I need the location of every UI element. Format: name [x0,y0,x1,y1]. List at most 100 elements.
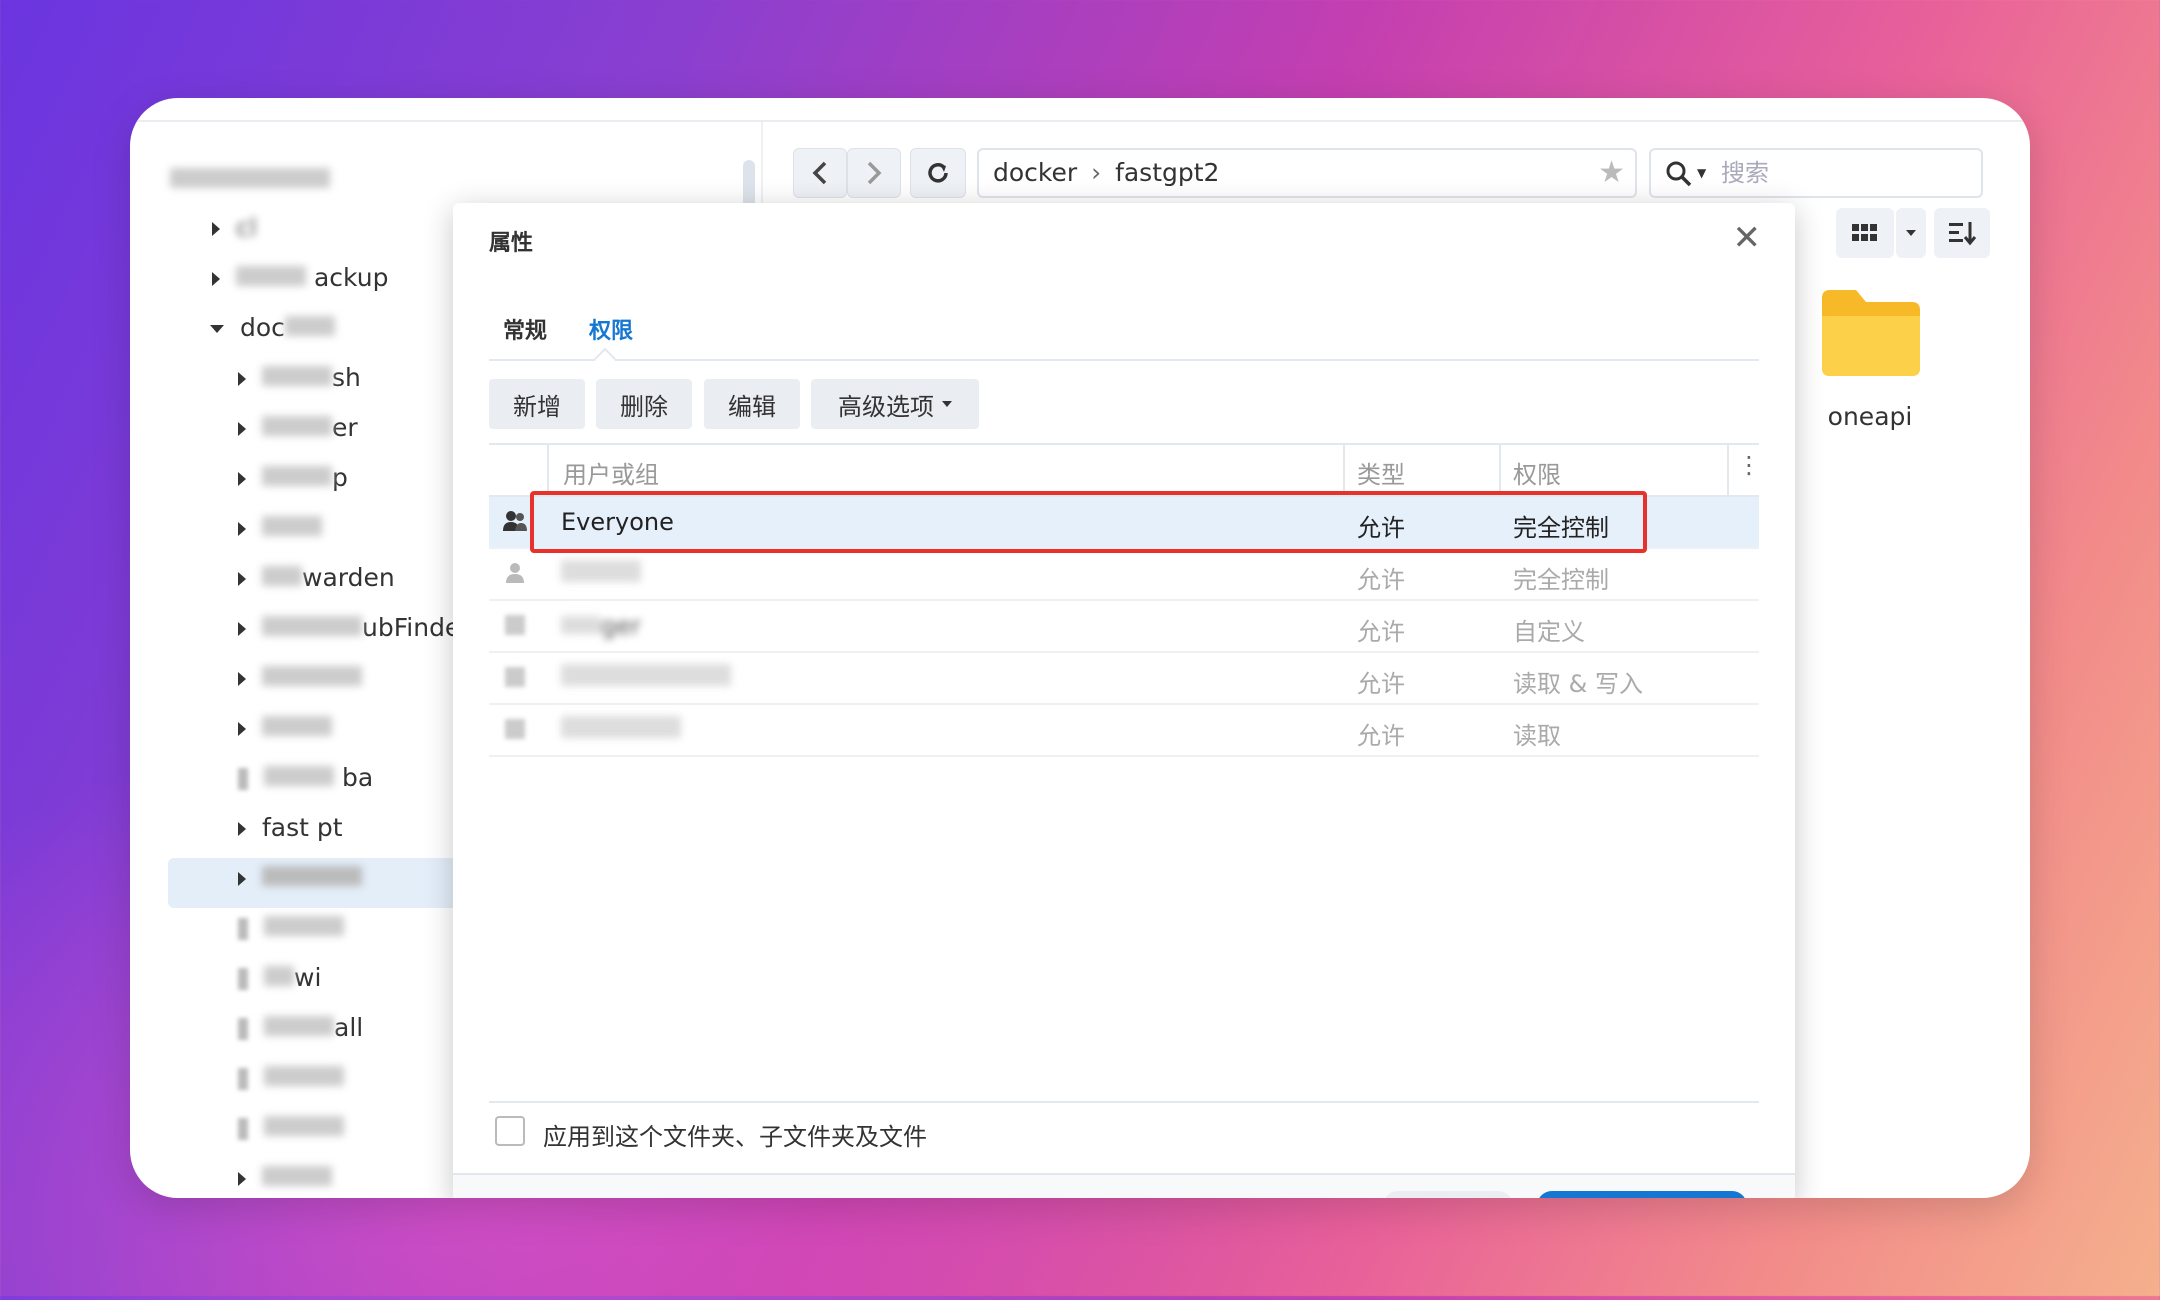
user-icon [506,563,524,583]
apply-recursive-label[interactable]: 应用到这个文件夹、子文件夹及文件 [543,1117,927,1152]
table-row[interactable]: 允许 读取 & 写入 [489,653,1759,705]
group-icon [505,719,525,739]
expand-arrow-icon[interactable] [238,672,246,686]
close-icon[interactable]: ✕ [1733,221,1762,255]
forward-button[interactable] [847,148,901,198]
tree-item[interactable] [238,508,322,548]
more-options-icon[interactable]: ⋮ [1737,451,1761,479]
row-type: 允许 [1357,566,1405,594]
advanced-options-label: 高级选项 [838,392,934,421]
search-placeholder: 搜索 [1721,159,1769,187]
view-mode-dropdown[interactable] [1896,208,1926,258]
search-dropdown-icon[interactable]: ▼ [1697,150,1706,196]
expand-arrow-icon[interactable] [238,1172,246,1186]
tab-permissions[interactable]: 权限 [589,313,633,345]
tree-item-selected[interactable] [238,858,362,898]
expand-arrow-icon[interactable] [238,472,246,486]
tab-general[interactable]: 常规 [503,313,547,345]
active-tab-indicator [593,347,617,371]
row-name-blurred [561,716,681,738]
tree-item[interactable]: p [238,458,348,498]
group-icon [503,511,527,531]
chevron-right-icon [867,161,882,185]
filestation-window: cl ackup doc sh er p warden ubFinde ba f… [130,98,2030,1198]
row-name-blurred [561,560,641,582]
tree-item[interactable]: ba [238,758,373,798]
tree-item[interactable] [238,908,344,948]
advanced-options-button[interactable]: 高级选项 [811,379,979,429]
row-type: 允许 [1357,618,1405,646]
row-type: 允许 [1357,722,1405,750]
tree-item[interactable]: sh [238,358,361,398]
expand-arrow-icon[interactable] [238,822,246,836]
expand-arrow-icon[interactable] [238,722,246,736]
table-header: 用户或组 类型 权限 ⋮ [489,443,1761,497]
sort-button[interactable] [1934,208,1990,258]
cancel-button[interactable] [1383,1191,1513,1198]
caret-down-icon [1906,230,1916,236]
row-perm: 完全控制 [1513,566,1609,594]
header-permission[interactable]: 权限 [1513,455,1561,490]
header-type[interactable]: 类型 [1357,455,1405,490]
highlight-box [530,491,1647,553]
expand-arrow-icon[interactable] [238,422,246,436]
expand-arrow-icon[interactable] [212,222,220,236]
table-row[interactable]: 允许 完全控制 [489,549,1759,601]
path-segment[interactable]: docker [993,158,1077,187]
user-icon [505,615,525,635]
edit-button[interactable]: 编辑 [704,379,800,429]
expand-arrow-icon[interactable] [238,872,246,886]
table-row[interactable]: ger 允许 自定义 [489,601,1759,653]
tree-item-docker[interactable]: doc [210,308,335,348]
collapse-arrow-icon[interactable] [210,325,224,333]
search-input[interactable]: ▼ 搜索 [1649,148,1983,198]
path-bar[interactable]: docker › fastgpt2 ★ [977,148,1637,198]
tree-item[interactable]: warden [238,558,395,598]
tree-item[interactable] [238,1158,332,1198]
apply-recursive-checkbox[interactable] [495,1116,525,1146]
footer-divider [489,1101,1759,1103]
star-icon[interactable]: ★ [1598,150,1625,196]
folder-label[interactable]: oneapi [1790,402,1950,431]
expand-arrow-icon[interactable] [238,622,246,636]
sort-icon [1949,222,1977,246]
tree-item[interactable] [238,1058,344,1098]
tree-item[interactable] [238,708,332,748]
delete-button[interactable]: 删除 [596,379,692,429]
search-icon [1666,161,1692,187]
path-segment[interactable]: fastgpt2 [1115,158,1219,187]
group-icon [505,667,525,687]
row-type: 允许 [1357,670,1405,698]
refresh-icon [928,163,948,183]
expand-arrow-icon[interactable] [238,522,246,536]
chevron-left-icon [812,161,827,185]
tree-item[interactable]: wi [238,958,321,998]
tree-item[interactable] [238,658,362,698]
tree-item[interactable]: er [238,408,358,448]
tree-root[interactable] [170,160,330,200]
tree-item[interactable]: cl [212,208,257,248]
expand-arrow-icon[interactable] [238,372,246,386]
confirm-button[interactable] [1537,1191,1747,1198]
expand-arrow-icon[interactable] [238,572,246,586]
tab-bar: 常规 权限 [489,293,1759,371]
tree-item-fastgpt[interactable]: fast pt [238,808,343,848]
properties-dialog: 属性 ✕ 常规 权限 新增 删除 编辑 高级选项 用户或组 类型 权限 ⋮ Ev… [453,203,1795,1198]
tree-item[interactable]: ubFinde [238,608,460,648]
refresh-button[interactable] [910,148,966,198]
add-button[interactable]: 新增 [489,379,585,429]
row-name-blurred [561,664,731,686]
view-mode-button[interactable] [1836,208,1894,258]
row-perm: 读取 [1513,722,1561,750]
back-button[interactable] [793,148,847,198]
grid-view-icon [1852,224,1877,241]
tree-item[interactable]: all [238,1008,363,1048]
table-row[interactable]: 允许 读取 [489,705,1759,757]
header-user-group[interactable]: 用户或组 [563,455,659,490]
tree-item[interactable]: ackup [212,258,388,298]
expand-arrow-icon[interactable] [212,272,220,286]
tree-item[interactable] [238,1108,344,1148]
caret-down-icon [942,401,952,407]
dialog-title: 属性 [489,231,534,256]
folder-icon[interactable] [1822,290,1920,376]
